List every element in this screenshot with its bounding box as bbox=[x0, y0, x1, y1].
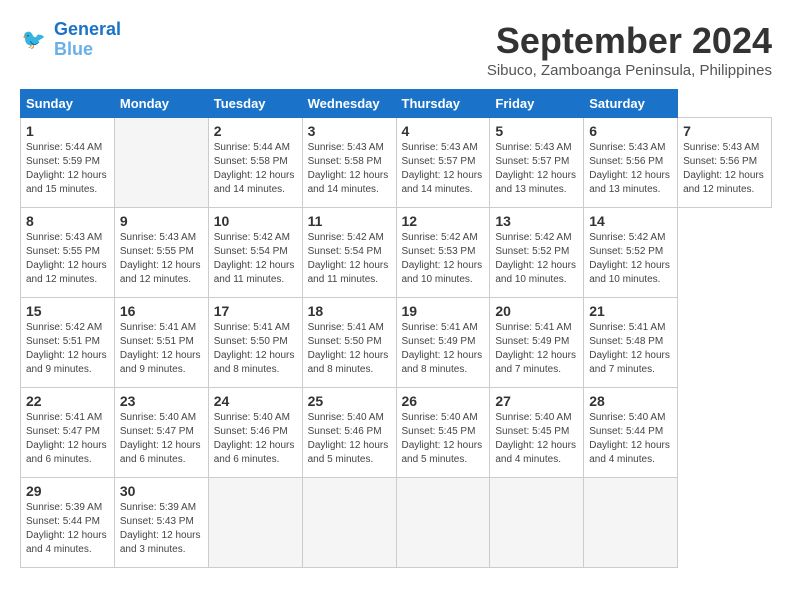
calendar-week-3: 15Sunrise: 5:42 AMSunset: 5:51 PMDayligh… bbox=[21, 298, 772, 388]
calendar-cell-week5-6 bbox=[584, 478, 678, 568]
calendar-cell-week4-1: 23Sunrise: 5:40 AMSunset: 5:47 PMDayligh… bbox=[114, 388, 208, 478]
calendar-cell-week4-0: 22Sunrise: 5:41 AMSunset: 5:47 PMDayligh… bbox=[21, 388, 115, 478]
calendar-cell-week4-5: 27Sunrise: 5:40 AMSunset: 5:45 PMDayligh… bbox=[490, 388, 584, 478]
calendar-cell-week2-1: 9Sunrise: 5:43 AMSunset: 5:55 PMDaylight… bbox=[114, 208, 208, 298]
calendar-cell-week4-2: 24Sunrise: 5:40 AMSunset: 5:46 PMDayligh… bbox=[208, 388, 302, 478]
calendar-cell-week1-6: 6Sunrise: 5:43 AMSunset: 5:56 PMDaylight… bbox=[584, 118, 678, 208]
calendar-cell-week1-7: 7Sunrise: 5:43 AMSunset: 5:56 PMDaylight… bbox=[678, 118, 772, 208]
calendar-cell-week5-1: 30Sunrise: 5:39 AMSunset: 5:43 PMDayligh… bbox=[114, 478, 208, 568]
month-title: September 2024 bbox=[487, 20, 772, 62]
calendar-cell-week2-4: 12Sunrise: 5:42 AMSunset: 5:53 PMDayligh… bbox=[396, 208, 490, 298]
weekday-header-sunday: Sunday bbox=[21, 90, 115, 118]
calendar-cell-week1-1 bbox=[114, 118, 208, 208]
svg-text:🐦: 🐦 bbox=[22, 29, 46, 51]
calendar-cell-week2-5: 13Sunrise: 5:42 AMSunset: 5:52 PMDayligh… bbox=[490, 208, 584, 298]
weekday-header-row: SundayMondayTuesdayWednesdayThursdayFrid… bbox=[21, 90, 772, 118]
calendar-cell-week3-0: 15Sunrise: 5:42 AMSunset: 5:51 PMDayligh… bbox=[21, 298, 115, 388]
logo-icon: 🐦 bbox=[20, 25, 50, 55]
calendar-cell-week1-2: 2Sunrise: 5:44 AMSunset: 5:58 PMDaylight… bbox=[208, 118, 302, 208]
calendar-cell-week2-2: 10Sunrise: 5:42 AMSunset: 5:54 PMDayligh… bbox=[208, 208, 302, 298]
calendar-cell-week5-0: 29Sunrise: 5:39 AMSunset: 5:44 PMDayligh… bbox=[21, 478, 115, 568]
weekday-header-friday: Friday bbox=[490, 90, 584, 118]
calendar-cell-week3-2: 17Sunrise: 5:41 AMSunset: 5:50 PMDayligh… bbox=[208, 298, 302, 388]
weekday-header-monday: Monday bbox=[114, 90, 208, 118]
calendar-cell-week1-5: 5Sunrise: 5:43 AMSunset: 5:57 PMDaylight… bbox=[490, 118, 584, 208]
calendar-cell-week5-4 bbox=[396, 478, 490, 568]
calendar-cell-week3-1: 16Sunrise: 5:41 AMSunset: 5:51 PMDayligh… bbox=[114, 298, 208, 388]
calendar-cell-week2-3: 11Sunrise: 5:42 AMSunset: 5:54 PMDayligh… bbox=[302, 208, 396, 298]
calendar-cell-week3-4: 19Sunrise: 5:41 AMSunset: 5:49 PMDayligh… bbox=[396, 298, 490, 388]
calendar-week-4: 22Sunrise: 5:41 AMSunset: 5:47 PMDayligh… bbox=[21, 388, 772, 478]
calendar-cell-week4-4: 26Sunrise: 5:40 AMSunset: 5:45 PMDayligh… bbox=[396, 388, 490, 478]
calendar-cell-week5-3 bbox=[302, 478, 396, 568]
weekday-header-tuesday: Tuesday bbox=[208, 90, 302, 118]
calendar-cell-week3-6: 21Sunrise: 5:41 AMSunset: 5:48 PMDayligh… bbox=[584, 298, 678, 388]
logo: 🐦 General Blue bbox=[20, 20, 121, 60]
calendar-cell-week2-0: 8Sunrise: 5:43 AMSunset: 5:55 PMDaylight… bbox=[21, 208, 115, 298]
calendar-cell-week5-5 bbox=[490, 478, 584, 568]
calendar-cell-week4-6: 28Sunrise: 5:40 AMSunset: 5:44 PMDayligh… bbox=[584, 388, 678, 478]
calendar-week-2: 8Sunrise: 5:43 AMSunset: 5:55 PMDaylight… bbox=[21, 208, 772, 298]
logo-text: General Blue bbox=[54, 20, 121, 60]
calendar-cell-week2-6: 14Sunrise: 5:42 AMSunset: 5:52 PMDayligh… bbox=[584, 208, 678, 298]
location-subtitle: Sibuco, Zamboanga Peninsula, Philippines bbox=[487, 62, 772, 79]
weekday-header-wednesday: Wednesday bbox=[302, 90, 396, 118]
calendar-cell-week3-5: 20Sunrise: 5:41 AMSunset: 5:49 PMDayligh… bbox=[490, 298, 584, 388]
weekday-header-thursday: Thursday bbox=[396, 90, 490, 118]
calendar-cell-week4-3: 25Sunrise: 5:40 AMSunset: 5:46 PMDayligh… bbox=[302, 388, 396, 478]
calendar-table: SundayMondayTuesdayWednesdayThursdayFrid… bbox=[20, 89, 772, 568]
calendar-week-5: 29Sunrise: 5:39 AMSunset: 5:44 PMDayligh… bbox=[21, 478, 772, 568]
calendar-cell-week5-2 bbox=[208, 478, 302, 568]
calendar-week-1: 1Sunrise: 5:44 AMSunset: 5:59 PMDaylight… bbox=[21, 118, 772, 208]
calendar-cell-1: 1Sunrise: 5:44 AMSunset: 5:59 PMDaylight… bbox=[21, 118, 115, 208]
calendar-cell-week1-4: 4Sunrise: 5:43 AMSunset: 5:57 PMDaylight… bbox=[396, 118, 490, 208]
page-header: 🐦 General Blue September 2024 Sibuco, Za… bbox=[20, 20, 772, 79]
title-area: September 2024 Sibuco, Zamboanga Peninsu… bbox=[487, 20, 772, 79]
calendar-cell-week3-3: 18Sunrise: 5:41 AMSunset: 5:50 PMDayligh… bbox=[302, 298, 396, 388]
calendar-cell-week1-3: 3Sunrise: 5:43 AMSunset: 5:58 PMDaylight… bbox=[302, 118, 396, 208]
weekday-header-saturday: Saturday bbox=[584, 90, 678, 118]
